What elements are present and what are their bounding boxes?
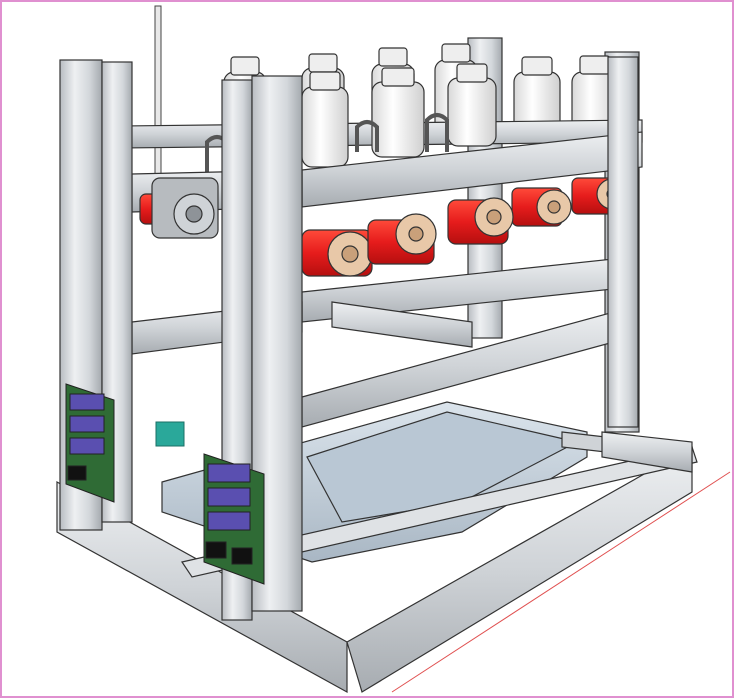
circuit-board-left — [65, 383, 115, 503]
circuit-board-right — [203, 453, 265, 585]
pump — [511, 187, 572, 227]
tube — [154, 5, 162, 187]
cad-scene — [56, 5, 731, 694]
motor — [151, 177, 219, 239]
pump — [301, 229, 373, 277]
pump — [447, 197, 514, 245]
middle-beams — [131, 256, 633, 428]
viewport-frame — [0, 0, 734, 698]
teal-block — [155, 421, 185, 447]
pump — [367, 213, 437, 265]
